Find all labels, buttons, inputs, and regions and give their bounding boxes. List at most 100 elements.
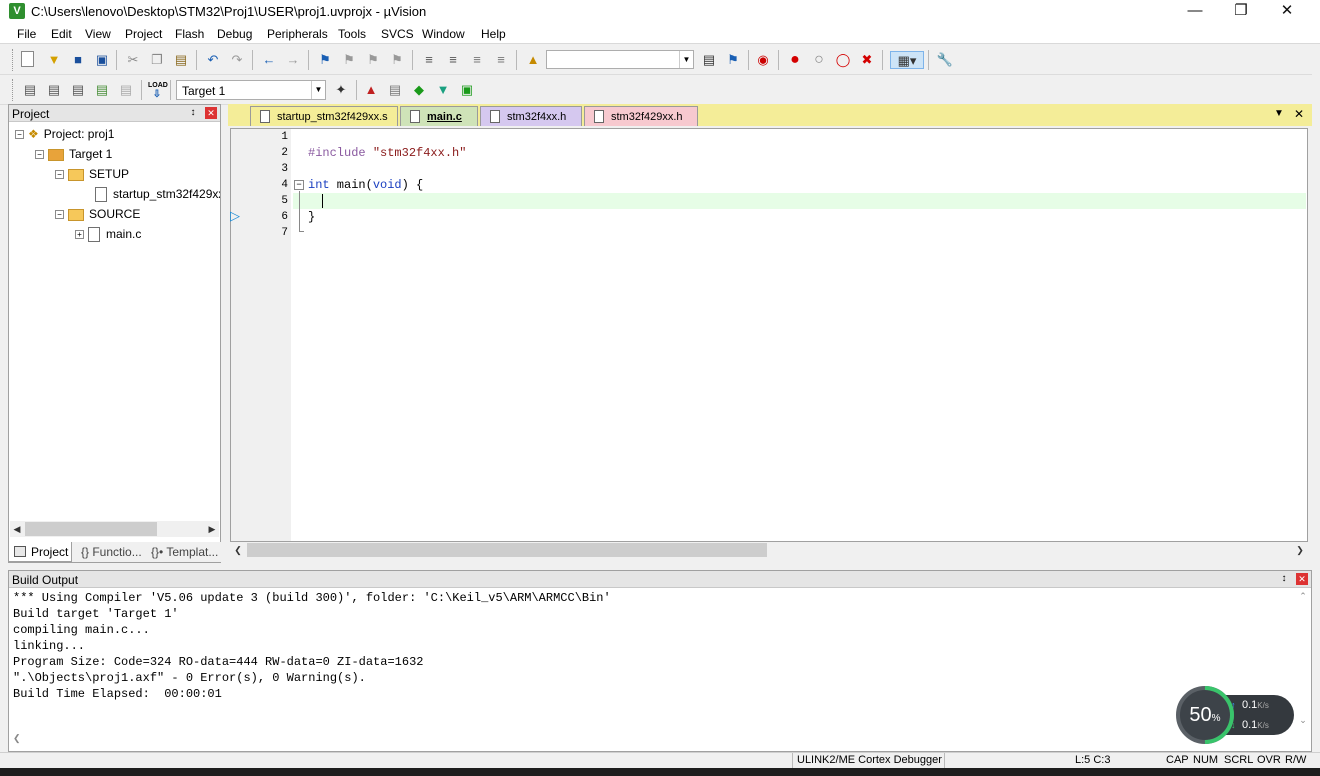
unindent-icon[interactable]: ≡ — [444, 51, 462, 69]
disable-breakpoint-icon[interactable]: ○ — [810, 51, 828, 69]
disable-all-breakpoints-icon[interactable]: ◯ — [834, 51, 852, 69]
menu-debug[interactable]: Debug — [217, 27, 252, 41]
pack-installer-icon[interactable]: ▼ — [434, 81, 452, 99]
manage-components-icon[interactable]: ▲ — [362, 81, 380, 99]
menu-project[interactable]: Project — [125, 27, 162, 41]
tab-startup-file[interactable]: startup_stm32f429xx.s — [250, 106, 398, 126]
collapse-icon[interactable]: − — [15, 130, 24, 140]
target-options-icon[interactable]: ✦ — [332, 81, 350, 99]
editor-hscrollbar[interactable]: ❮ ❯ — [231, 542, 1307, 558]
uncomment-icon[interactable]: ≡ — [492, 51, 510, 69]
tree-group-source[interactable]: − SOURCE — [55, 205, 140, 223]
tab-templates[interactable]: {}• Templat... — [146, 542, 218, 562]
breakpoint-icon[interactable]: ● — [786, 51, 804, 69]
chevron-down-icon[interactable]: ▼ — [679, 51, 693, 68]
close-panel-button[interactable]: ✕ — [1296, 573, 1308, 585]
tree-target[interactable]: − Target 1 — [35, 145, 112, 163]
toolbar-grip[interactable] — [12, 79, 15, 101]
build-output-vscrollbar[interactable]: ⌃ ⌄ — [1296, 591, 1310, 731]
file-extensions-icon[interactable]: ▤ — [386, 81, 404, 99]
tab-main-c[interactable]: main.c — [400, 106, 478, 126]
wrench-icon[interactable]: 🔧 — [936, 51, 954, 69]
collapse-icon[interactable]: − — [35, 150, 44, 160]
next-bookmark-icon[interactable]: ⚑ — [364, 51, 382, 69]
scroll-right-icon[interactable]: ❯ — [1293, 542, 1307, 558]
undo-icon[interactable]: ↶ — [204, 51, 222, 69]
menu-flash[interactable]: Flash — [175, 27, 204, 41]
scroll-left-icon[interactable]: ❮ — [231, 542, 245, 558]
load-icon[interactable]: LOAD ⇩ — [148, 81, 168, 100]
scroll-up-icon[interactable]: ⌃ — [1296, 591, 1310, 602]
copy-icon[interactable]: ❐ — [148, 51, 166, 69]
tab-stm32f429xx-h[interactable]: stm32f429xx.h — [584, 106, 698, 126]
tab-functions[interactable]: {} Functio... — [76, 542, 144, 562]
run-time-environment-icon[interactable]: ◆ — [410, 81, 428, 99]
open-folder-icon[interactable]: ▼ — [45, 51, 63, 69]
prev-bookmark-icon[interactable]: ⚑ — [340, 51, 358, 69]
scroll-down-icon[interactable]: ⌄ — [1296, 715, 1310, 726]
collapse-icon[interactable]: − — [55, 170, 64, 180]
menu-help[interactable]: Help — [481, 27, 506, 41]
batch-build-icon[interactable]: ▤ — [93, 81, 111, 99]
stop-build-icon[interactable]: ▤ — [117, 81, 135, 99]
menu-edit[interactable]: Edit — [51, 27, 72, 41]
tree-file-main[interactable]: + main.c — [75, 225, 141, 243]
close-button[interactable]: ✕ — [1264, 0, 1310, 24]
window-layout-icon[interactable]: ▦▾ — [890, 51, 924, 69]
project-hscrollbar[interactable]: ◀ ▶ — [10, 521, 219, 537]
kill-breakpoints-icon[interactable]: ✖ — [858, 51, 876, 69]
build-icon[interactable]: ▤ — [45, 81, 63, 99]
close-panel-button[interactable]: ✕ — [205, 107, 217, 119]
tab-stm32f4xx-h[interactable]: stm32f4xx.h — [480, 106, 582, 126]
nav-forward-icon[interactable]: → — [284, 51, 302, 69]
save-icon[interactable]: ■ — [69, 51, 87, 69]
comment-icon[interactable]: ≡ — [468, 51, 486, 69]
cut-icon[interactable]: ✂ — [124, 51, 142, 69]
scroll-thumb[interactable] — [247, 543, 767, 557]
scroll-thumb[interactable] — [25, 522, 157, 536]
menu-file[interactable]: File — [17, 27, 36, 41]
scroll-left-icon[interactable]: ❮ — [13, 733, 21, 744]
restore-button[interactable]: ❐ — [1218, 0, 1264, 24]
translate-icon[interactable]: ▤ — [21, 81, 39, 99]
bookmark-icon[interactable]: ⚑ — [316, 51, 334, 69]
toolbar-grip[interactable] — [12, 49, 15, 71]
tree-file-startup-label: startup_stm32f429xx.s — [113, 187, 220, 201]
network-speed-widget[interactable]: ↑ 0.1K/s ↓ 0.1K/s 50% — [1163, 673, 1296, 757]
pin-icon[interactable]: ↕ — [1278, 573, 1290, 585]
tab-project[interactable]: Project — [8, 542, 72, 562]
menu-peripherals[interactable]: Peripherals — [267, 27, 328, 41]
redo-icon[interactable]: ↷ — [228, 51, 246, 69]
menu-tools[interactable]: Tools — [338, 27, 366, 41]
target-select[interactable]: Target 1 ▼ — [176, 80, 326, 100]
menu-view[interactable]: View — [85, 27, 111, 41]
tree-group-setup[interactable]: − SETUP — [55, 165, 129, 183]
debug-session-icon[interactable]: ◉ — [754, 51, 772, 69]
pin-icon[interactable]: ↕ — [187, 107, 199, 119]
tab-list-icon[interactable]: ▼ — [1274, 108, 1284, 119]
new-file-icon[interactable] — [21, 51, 34, 67]
incremental-find-icon[interactable]: ⚑ — [724, 51, 742, 69]
expand-icon[interactable]: + — [75, 230, 84, 240]
nav-back-icon[interactable]: ← — [260, 51, 278, 69]
indent-icon[interactable]: ≡ — [420, 51, 438, 69]
menu-window[interactable]: Window — [422, 27, 465, 41]
tree-file-startup[interactable]: startup_stm32f429xx.s — [95, 185, 220, 203]
select-packs-icon[interactable]: ▣ — [458, 81, 476, 99]
find-combo[interactable]: ▼ — [546, 50, 694, 69]
find-in-files-icon[interactable]: ▲ — [524, 51, 542, 69]
clear-bookmarks-icon[interactable]: ⚑ — [388, 51, 406, 69]
collapse-icon[interactable]: − — [55, 210, 64, 220]
find-icon[interactable]: ▤ — [700, 51, 718, 69]
close-tab-icon[interactable]: ✕ — [1294, 107, 1304, 121]
save-all-icon[interactable]: ▣ — [93, 51, 111, 69]
tree-project-root[interactable]: − ❖ Project: proj1 — [15, 125, 114, 143]
fold-collapse-icon[interactable]: − — [294, 180, 304, 190]
scroll-left-icon[interactable]: ◀ — [10, 521, 24, 537]
scroll-right-icon[interactable]: ▶ — [205, 521, 219, 537]
menu-svcs[interactable]: SVCS — [381, 27, 414, 41]
rebuild-icon[interactable]: ▤ — [69, 81, 87, 99]
minimize-button[interactable]: — — [1172, 0, 1218, 24]
chevron-down-icon[interactable]: ▼ — [311, 81, 325, 99]
paste-icon[interactable]: ▤ — [172, 51, 190, 69]
